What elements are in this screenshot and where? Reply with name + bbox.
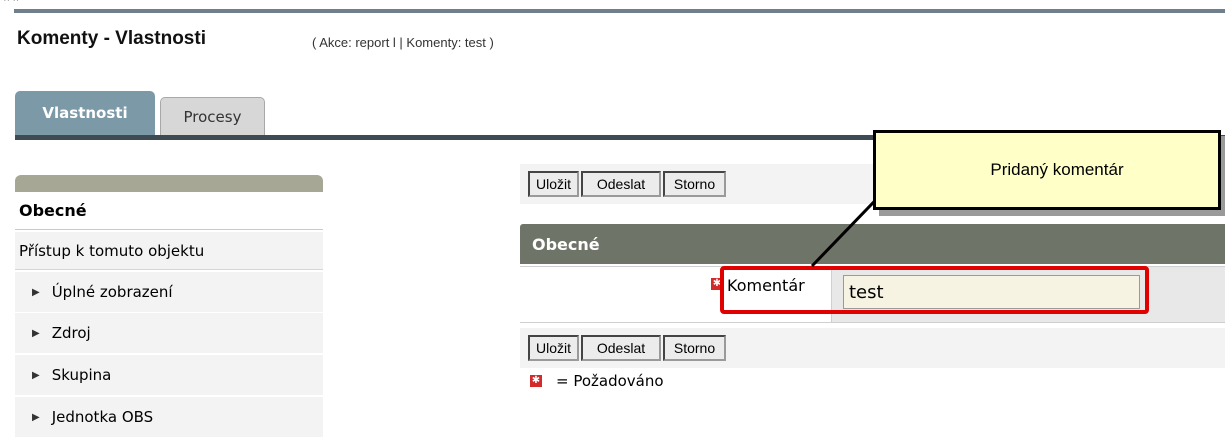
section-header: Obecné: [520, 224, 1225, 264]
sidebar-item-jednotka-obs[interactable]: ▶ Jednotka OBS: [15, 397, 323, 438]
tab-vlastnosti[interactable]: Vlastnosti: [15, 91, 155, 135]
required-legend-text: = Požadováno: [556, 372, 664, 390]
expand-triangle-icon: ▶: [32, 369, 40, 381]
sidebar-item-label: Přístup k tomuto objektu: [19, 241, 205, 260]
required-legend-icon: ✱: [530, 375, 542, 387]
page-title: Komenty - Vlastnosti: [17, 28, 206, 49]
top-strip: ⌃⌃: [0, 0, 1225, 14]
expand-triangle-icon: ▶: [32, 411, 40, 423]
sidebar-item-uplne-zobrazeni[interactable]: ▶ Úplné zobrazení: [15, 272, 323, 313]
top-divider: [14, 9, 1225, 13]
sidebar-item-pristup[interactable]: Přístup k tomuto objektu: [15, 232, 323, 270]
page-subtitle: ( Akce: report l | Komenty: test ): [312, 35, 494, 50]
sidebar-item-label: Úplné zobrazení: [51, 283, 173, 301]
sidebar-item-skupina[interactable]: ▶ Skupina: [15, 355, 323, 396]
callout-box: Pridaný komentár: [873, 130, 1221, 210]
corner-mark-icon: ⌃⌃: [2, 0, 21, 9]
send-button[interactable]: Odeslat: [581, 171, 661, 197]
bottom-button-bar: Uložit Odeslat Storno: [520, 328, 1225, 368]
sidebar-header: [15, 175, 323, 192]
sidebar-item-label: Zdroj: [51, 324, 91, 342]
highlight-box: [720, 266, 1149, 314]
expand-triangle-icon: ▶: [32, 286, 40, 298]
expand-triangle-icon: ▶: [32, 327, 40, 339]
sidebar-item-label: Jednotka OBS: [51, 408, 154, 426]
sidebar-item-zdroj[interactable]: ▶ Zdroj: [15, 313, 323, 354]
cancel-button[interactable]: Storno: [663, 171, 726, 197]
cancel-button[interactable]: Storno: [663, 335, 726, 361]
send-button[interactable]: Odeslat: [581, 335, 661, 361]
tab-procesy[interactable]: Procesy: [160, 97, 265, 135]
sidebar-item-label: Skupina: [51, 366, 112, 384]
save-button[interactable]: Uložit: [528, 335, 579, 361]
save-button[interactable]: Uložit: [528, 171, 579, 197]
sidebar-item-label: Obecné: [19, 201, 87, 220]
sidebar-item-obecne[interactable]: Obecné: [15, 192, 323, 230]
